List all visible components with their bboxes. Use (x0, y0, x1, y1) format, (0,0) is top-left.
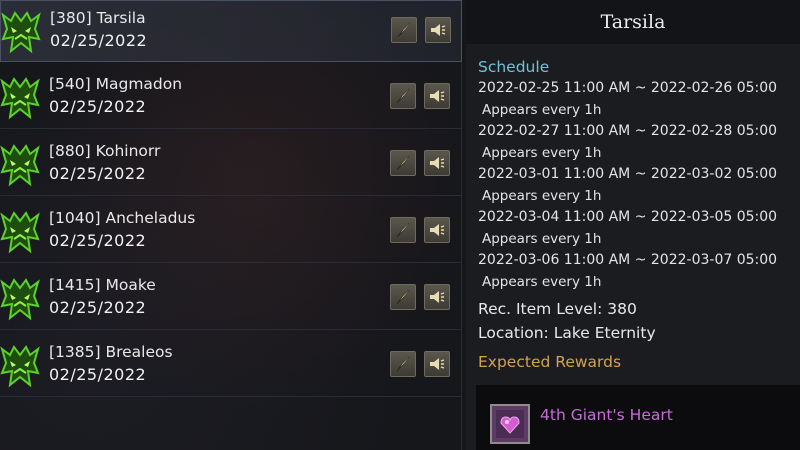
announce-button[interactable] (424, 83, 450, 109)
schedule-list: 2022-02-25 11:00 AM ~ 2022-02-26 05:00 Ap… (478, 78, 800, 293)
event-name: [880] Kohinorr (49, 142, 161, 160)
location: Location: Lake Eternity (478, 324, 656, 342)
event-name: [540] Magmadon (49, 75, 183, 93)
locate-button[interactable] (390, 217, 416, 243)
event-row[interactable]: [380] Tarsila 02/25/2022 (0, 0, 462, 62)
event-name: [1040] Ancheladus (49, 209, 196, 227)
schedule-note: Appears every 1h (482, 274, 602, 290)
event-text: [880] Kohinorr 02/25/2022 (49, 140, 160, 186)
compass-icon (396, 155, 410, 171)
event-list-panel: [380] Tarsila 02/25/2022 [540] Magmadon 02/… (0, 0, 462, 450)
announce-button[interactable] (424, 217, 450, 243)
detail-header: Tarsila (466, 0, 800, 44)
demon-head-icon (0, 276, 40, 322)
expected-rewards-label: Expected Rewards (478, 353, 622, 371)
compass-icon (396, 222, 410, 238)
event-text: [1385] Brealeos 02/25/2022 (49, 341, 173, 387)
schedule-note: Appears every 1h (482, 231, 602, 247)
locate-button[interactable] (390, 150, 416, 176)
locate-button[interactable] (390, 351, 416, 377)
schedule-note: Appears every 1h (482, 145, 602, 161)
announce-button[interactable] (424, 150, 450, 176)
event-date: 02/25/2022 (49, 97, 147, 116)
heart-gem-icon (490, 404, 530, 444)
announce-button[interactable] (424, 284, 450, 310)
demon-head-icon (0, 343, 40, 389)
event-row[interactable]: [1385] Brealeos 02/25/2022 (0, 335, 462, 397)
megaphone-icon (430, 224, 445, 236)
compass-icon (396, 289, 410, 305)
schedule-range: 2022-03-01 11:00 AM ~ 2022-03-02 05:00 (478, 166, 778, 182)
announce-button[interactable] (425, 17, 451, 43)
event-date: 02/25/2022 (50, 31, 148, 50)
demon-head-icon (0, 142, 40, 188)
megaphone-icon (431, 24, 446, 36)
megaphone-icon (430, 291, 445, 303)
event-text: [380] Tarsila 02/25/2022 (50, 7, 147, 53)
locate-button[interactable] (391, 17, 417, 43)
event-row[interactable]: [1040] Ancheladus 02/25/2022 (0, 201, 462, 263)
compass-icon (396, 356, 410, 372)
schedule-range: 2022-03-06 11:00 AM ~ 2022-03-07 05:00 (478, 252, 778, 268)
locate-button[interactable] (390, 83, 416, 109)
compass-icon (397, 22, 411, 38)
schedule-range: 2022-02-25 11:00 AM ~ 2022-02-26 05:00 (478, 80, 778, 96)
demon-head-icon (0, 75, 40, 121)
event-row[interactable]: [880] Kohinorr 02/25/2022 (0, 134, 462, 196)
schedule-label: Schedule (478, 58, 550, 76)
schedule-range: 2022-03-04 11:00 AM ~ 2022-03-05 05:00 (478, 209, 778, 225)
event-name: [380] Tarsila (50, 9, 146, 27)
schedule-note: Appears every 1h (482, 188, 602, 204)
event-date: 02/25/2022 (49, 298, 147, 317)
event-date: 02/25/2022 (49, 365, 147, 384)
schedule-note: Appears every 1h (482, 102, 602, 118)
event-date: 02/25/2022 (49, 164, 147, 183)
schedule-range: 2022-02-27 11:00 AM ~ 2022-02-28 05:00 (478, 123, 778, 139)
reward-name: 4th Giant's Heart (540, 406, 673, 424)
event-row[interactable]: [540] Magmadon 02/25/2022 (0, 67, 462, 129)
event-text: [1040] Ancheladus 02/25/2022 (49, 207, 195, 253)
event-detail-panel: Tarsila Schedule 2022-02-25 11:00 AM ~ 2… (466, 0, 800, 450)
event-name: [1385] Brealeos (49, 343, 173, 361)
detail-body: Schedule 2022-02-25 11:00 AM ~ 2022-02-2… (478, 56, 800, 373)
demon-head-icon (1, 9, 41, 55)
detail-title: Tarsila (600, 11, 666, 33)
megaphone-icon (430, 157, 445, 169)
locate-button[interactable] (390, 284, 416, 310)
event-text: [540] Magmadon 02/25/2022 (49, 73, 182, 119)
demon-head-icon (0, 209, 40, 255)
event-name: [1415] Moake (49, 276, 156, 294)
reward-item[interactable]: 4th Giant's Heart (476, 385, 800, 450)
event-text: [1415] Moake 02/25/2022 (49, 274, 156, 320)
event-date: 02/25/2022 (49, 231, 147, 250)
event-row[interactable]: [1415] Moake 02/25/2022 (0, 268, 462, 330)
compass-icon (396, 88, 410, 104)
megaphone-icon (430, 358, 445, 370)
rec-item-level: Rec. Item Level: 380 (478, 300, 637, 318)
megaphone-icon (430, 90, 445, 102)
announce-button[interactable] (424, 351, 450, 377)
